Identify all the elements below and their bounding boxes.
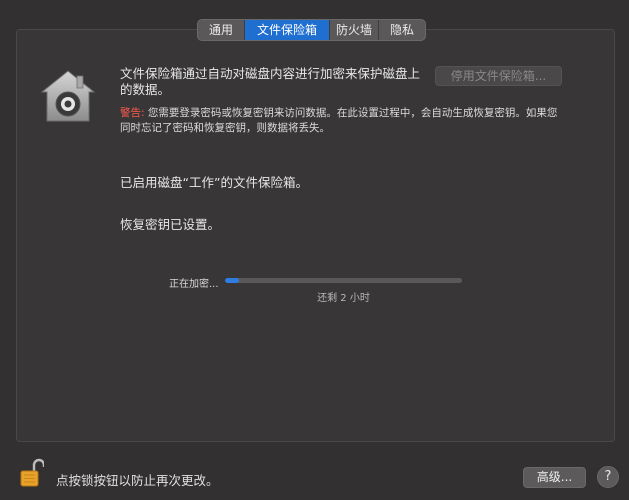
filevault-description: 文件保险箱通过自动对磁盘内容进行加密来保护磁盘上的数据。 — [120, 66, 421, 97]
progress-fill — [225, 278, 240, 283]
progress-label: 正在加密... — [169, 279, 219, 290]
filevault-enabled-status: 已启用磁盘“工作”的文件保险箱。 — [120, 175, 308, 190]
lock-hint-text: 点按锁按钮以防止再次更改。 — [56, 473, 219, 488]
security-privacy-window: 通用 文件保险箱 防火墙 隐私 文件保险箱通过自动对磁盘内容进行加密来保护磁盘上… — [0, 0, 629, 500]
tab-privacy[interactable]: 隐私 — [379, 20, 425, 40]
time-remaining: 还剩 2 小时 — [317, 293, 370, 304]
house-lock-icon — [40, 70, 96, 122]
warning-text: 警告: 您需要登录密码或恢复密钥来访问数据。在此设置过程中，会自动生成恢复密钥。… — [120, 106, 560, 136]
tab-filevault[interactable]: 文件保险箱 — [245, 20, 330, 40]
warning-body: 您需要登录密码或恢复密钥来访问数据。在此设置过程中，会自动生成恢复密钥。如果您同… — [120, 107, 558, 134]
warning-label: 警告: — [120, 107, 145, 119]
recovery-key-status: 恢复密钥已设置。 — [120, 217, 221, 232]
tab-general[interactable]: 通用 — [198, 20, 245, 40]
disable-filevault-button[interactable]: 停用文件保险箱... — [435, 66, 562, 86]
unlocked-padlock-icon[interactable] — [20, 458, 44, 488]
tab-bar: 通用 文件保险箱 防火墙 隐私 — [197, 19, 426, 41]
tab-firewall[interactable]: 防火墙 — [330, 20, 379, 40]
help-button[interactable]: ? — [597, 466, 619, 488]
advanced-button[interactable]: 高级... — [523, 467, 586, 488]
encryption-progress-bar — [225, 278, 462, 283]
